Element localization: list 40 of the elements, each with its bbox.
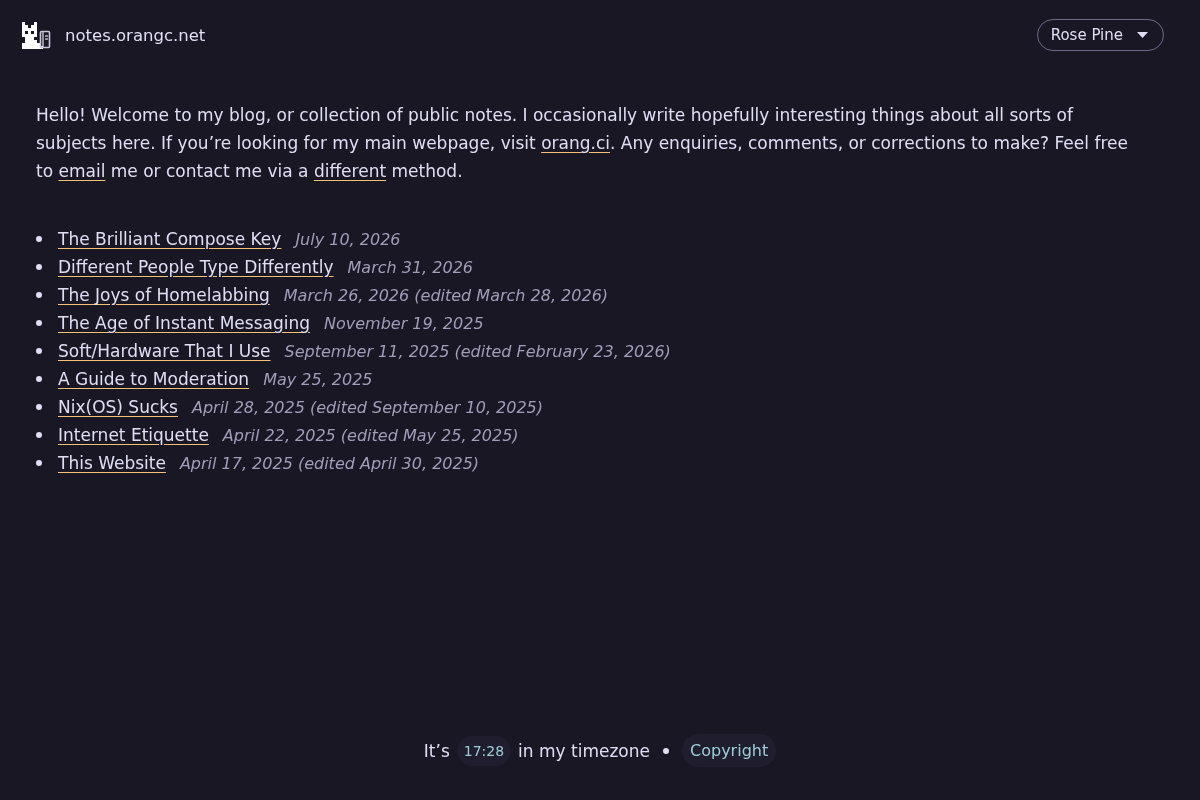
post-date: May 25, 2025 xyxy=(263,369,373,389)
footer-text: in my timezone xyxy=(518,740,650,761)
post-date: April 22, 2025 (edited May 25, 2025) xyxy=(222,425,519,445)
post-date: April 28, 2025 (edited September 10, 2025) xyxy=(191,397,544,417)
bullet-icon xyxy=(36,432,42,438)
bullet-icon xyxy=(36,264,42,270)
copyright-link[interactable]: Copyright xyxy=(682,734,777,767)
inline-link[interactable]: email xyxy=(58,161,106,181)
post-date: July 10, 2026 xyxy=(295,229,401,249)
bullet-icon xyxy=(36,348,42,354)
caret-icon xyxy=(1137,32,1148,38)
intro-paragraph: Hello! Welcome to my blog, or collection of public notes. I occasionally write hopefully interesting things about all sorts of subjects here. If you’re looking for my main webpage, visit orang.ci. Any enquiries, comments, or corrections to make? Feel free to email me or contact me via a different method. xyxy=(36,104,1129,183)
theme-select[interactable]: Rose Pine xyxy=(1036,19,1164,51)
cat-logo-icon xyxy=(22,21,53,49)
post-link[interactable]: Different People Type Differently xyxy=(58,257,334,277)
post-date: April 17, 2025 (edited April 30, 2025) xyxy=(179,453,480,473)
footer-text: It’s xyxy=(423,740,450,761)
time-badge: 17:28 xyxy=(456,735,512,766)
post-link[interactable]: A Guide to Moderation xyxy=(58,369,250,389)
site-title[interactable]: notes.orangc.net xyxy=(65,25,206,45)
post-date: March 26, 2026 (edited March 28, 2026) xyxy=(283,285,609,305)
post-link[interactable]: Internet Etiquette xyxy=(58,425,209,445)
bullet-icon xyxy=(36,236,42,242)
post-link[interactable]: The Joys of Homelabbing xyxy=(58,285,270,305)
post-link[interactable]: The Brilliant Compose Key xyxy=(58,229,282,249)
bullet-icon xyxy=(36,320,42,326)
post-date: November 19, 2025 xyxy=(324,313,484,333)
post-link[interactable]: This Website xyxy=(58,453,166,473)
bullet-icon xyxy=(36,292,42,298)
post-link[interactable]: The Age of Instant Messaging xyxy=(58,313,310,333)
separator-dot-icon xyxy=(663,747,669,754)
bullet-icon xyxy=(36,404,42,410)
bullet-icon xyxy=(36,376,42,382)
post-date: September 11, 2025 (edited February 23, 2026) xyxy=(284,341,671,361)
post-date: March 31, 2026 xyxy=(347,257,473,277)
post-link[interactable]: Soft/Hardware That I Use xyxy=(58,341,271,361)
bullet-icon xyxy=(36,460,42,466)
post-link[interactable]: Nix(OS) Sucks xyxy=(58,397,178,417)
inline-link[interactable]: orang.ci xyxy=(541,133,610,153)
inline-link[interactable]: different xyxy=(313,161,387,181)
